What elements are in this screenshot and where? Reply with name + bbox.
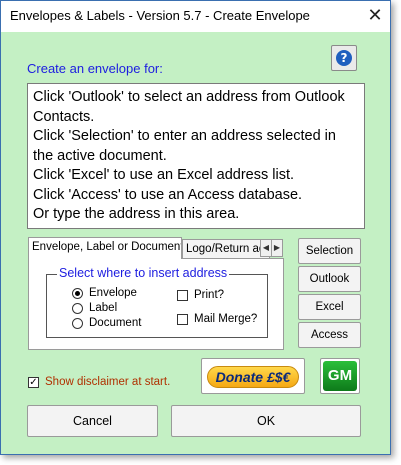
tab-panel: Select where to insert address Envelope … [28,258,284,350]
insert-location-legend: Select where to insert address [57,266,230,280]
radio-envelope-label: Envelope [89,287,137,299]
checkbox-checked-icon[interactable]: ✓ [28,376,39,388]
tab-scroll-right-icon[interactable]: ▶ [271,239,283,257]
access-button[interactable]: Access [298,322,361,348]
gm-logo: GM [323,361,357,391]
outlook-button[interactable]: Outlook [298,266,361,292]
insert-location-group: Select where to insert address Envelope … [46,266,268,338]
show-disclaimer-label: Show disclaimer at start. [45,376,171,388]
donate-button[interactable]: Donate £$€ [201,358,305,394]
help-icon: ? [336,50,352,66]
excel-button[interactable]: Excel [298,294,361,320]
close-icon[interactable]: ✕ [364,6,386,26]
tab-envelope-label-document[interactable]: Envelope, Label or Document [28,237,182,259]
radio-label-indicator[interactable] [72,302,83,314]
radio-label-label: Label [89,302,118,314]
show-disclaimer-checkbox[interactable]: ✓ Show disclaimer at start. [28,376,170,388]
checkbox-mail-merge[interactable]: Mail Merge? [177,313,257,325]
checkbox-print-label: Print? [194,289,225,301]
radio-envelope[interactable]: Envelope [72,287,137,299]
checkbox-print[interactable]: Print? [177,289,224,301]
create-envelope-dialog: Envelopes & Labels - Version 5.7 - Creat… [0,0,391,455]
ok-button[interactable]: OK [171,405,361,437]
checkbox-print-box[interactable] [177,289,188,301]
radio-document-indicator[interactable] [72,317,83,329]
help-button[interactable]: ? [331,45,357,71]
gm-logo-button[interactable]: GM [320,358,360,394]
address-textarea[interactable] [27,83,365,229]
checkbox-mail-merge-box[interactable] [177,313,188,325]
checkbox-mail-merge-label: Mail Merge? [194,313,258,325]
window-title: Envelopes & Labels - Version 5.7 - Creat… [10,8,310,23]
prompt-label: Create an envelope for: [27,61,163,76]
selection-button[interactable]: Selection [298,238,361,264]
radio-document-label: Document [89,317,142,329]
cancel-button[interactable]: Cancel [27,405,158,437]
tab-logo-return-address[interactable]: Logo/Return address [182,239,270,258]
radio-label[interactable]: Label [72,302,117,314]
donate-badge: Donate £$€ [207,366,299,388]
title-bar[interactable]: Envelopes & Labels - Version 5.7 - Creat… [1,1,390,32]
radio-document[interactable]: Document [72,317,141,329]
radio-envelope-indicator[interactable] [72,287,83,299]
